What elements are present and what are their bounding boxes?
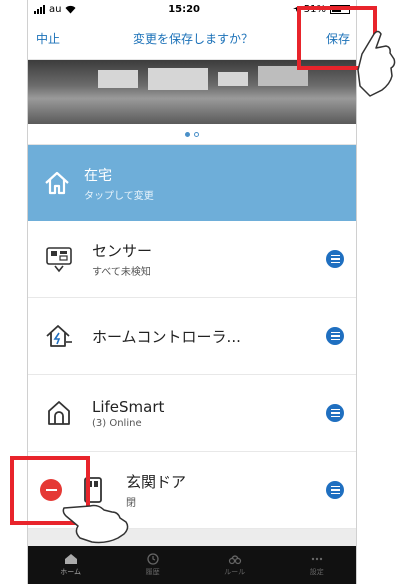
home-mode-subtitle: タップして変更 (84, 190, 154, 202)
menu-icon[interactable] (326, 250, 344, 268)
lifesmart-icon (42, 396, 76, 430)
carousel-dot-1[interactable] (185, 131, 190, 137)
rules-icon (228, 555, 241, 565)
location-icon (292, 6, 299, 12)
nav-bar: 中止 変更を保存しますか？ 保存 (28, 18, 356, 60)
menu-icon[interactable] (326, 327, 344, 345)
tab-bar: ホーム 履歴 ルール 設定 (28, 546, 356, 584)
delete-icon[interactable] (40, 479, 62, 501)
tab-label: 履歴 (145, 568, 160, 576)
tab-label: 設定 (309, 568, 324, 576)
menu-icon[interactable] (326, 404, 344, 422)
wifi-icon (65, 5, 76, 13)
device-name: ホームコントローラ... (92, 327, 241, 346)
device-status: すべて未検知 (92, 267, 151, 278)
status-bar: au 15:20 51% (28, 0, 356, 18)
home-controller-icon (42, 319, 76, 353)
carousel-dot-2[interactable] (194, 131, 199, 137)
signal-icon (34, 4, 45, 14)
history-icon (146, 553, 159, 565)
page-title: 変更を保存しますか？ (132, 32, 253, 46)
home-mode-row[interactable]: 在宅 タップして変更 (28, 145, 356, 221)
menu-icon[interactable] (326, 481, 344, 499)
sensor-icon (42, 242, 76, 276)
device-row-home-controller[interactable]: ホームコントローラ... (28, 298, 356, 375)
save-button[interactable]: 保存 (326, 30, 350, 47)
hand-pointer-icon (357, 30, 396, 97)
home-icon (45, 171, 69, 195)
tab-rules[interactable]: ルール (224, 553, 245, 577)
carrier-label: au (49, 3, 62, 15)
device-name: センサー (92, 242, 153, 260)
device-status: (3) Online (92, 417, 142, 429)
battery-icon (329, 4, 350, 14)
tab-home[interactable]: ホーム (60, 553, 81, 577)
room-photo[interactable] (28, 60, 356, 124)
device-status: 閉 (126, 498, 136, 509)
cancel-button[interactable]: 中止 (36, 30, 60, 47)
home-icon (64, 554, 77, 564)
tab-settings[interactable]: 設定 (310, 553, 324, 577)
carousel-indicator[interactable] (28, 124, 356, 145)
hand-pointer-icon (62, 504, 129, 544)
clock: 15:20 (168, 3, 201, 15)
settings-icon (311, 557, 322, 561)
tab-history[interactable]: 履歴 (146, 553, 160, 577)
device-row-sensor[interactable]: センサー すべて未検知 (28, 221, 356, 298)
tab-label: ホーム (60, 568, 82, 576)
home-mode-title: 在宅 (84, 167, 112, 184)
device-row-lifesmart[interactable]: LifeSmart (3) Online (28, 375, 356, 452)
tab-label: ルール (224, 568, 246, 576)
device-name: LifeSmart (92, 397, 165, 416)
battery-percent: 51% (303, 3, 326, 15)
device-name: 玄関ドア (126, 473, 187, 491)
